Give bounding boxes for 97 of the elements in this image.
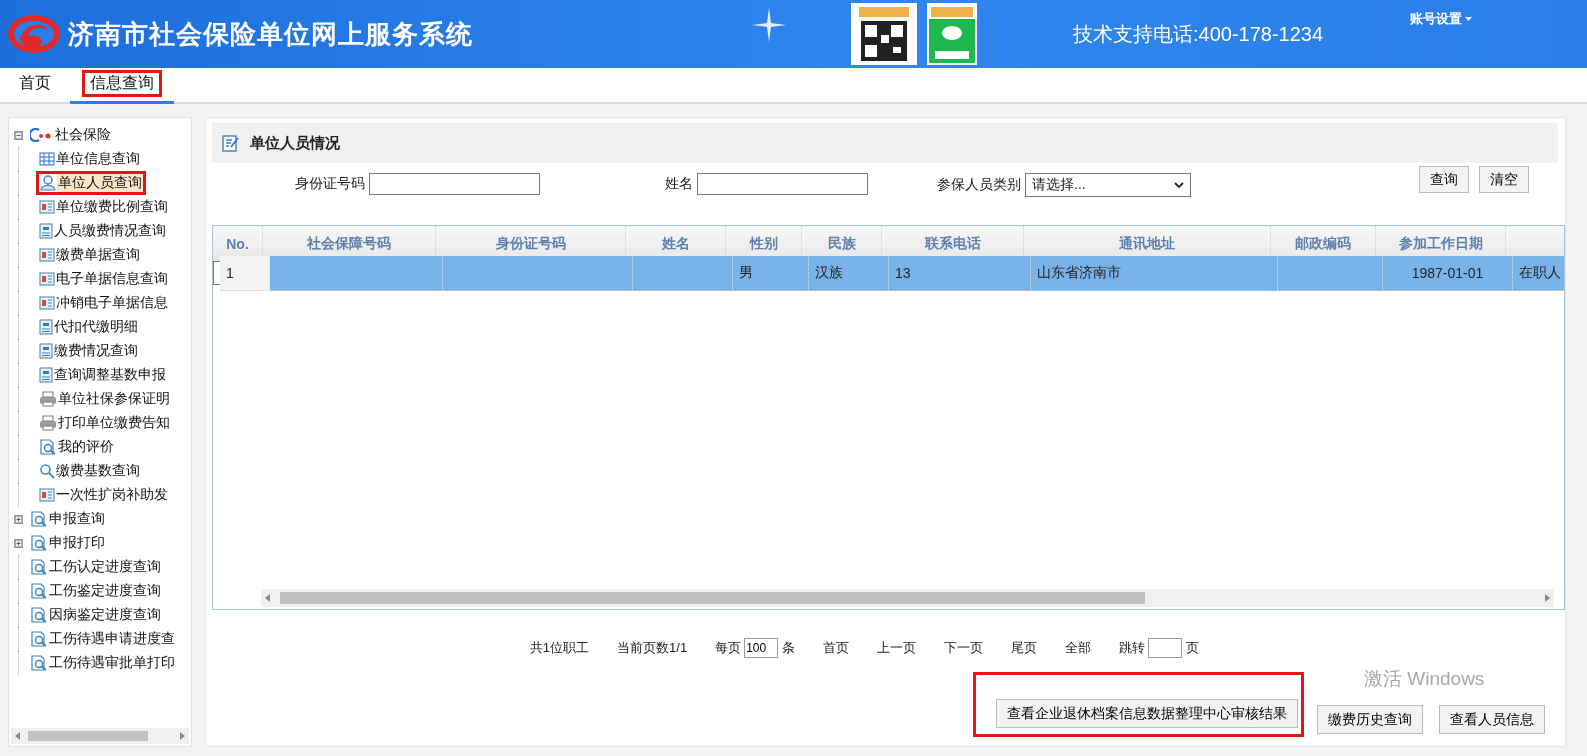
table-cell: 13 bbox=[889, 255, 1031, 291]
document-icon bbox=[39, 296, 55, 310]
table-cell: 山东省济南市 bbox=[1031, 255, 1278, 291]
table-cell: 1987-01-01 bbox=[1383, 255, 1513, 291]
action-button[interactable]: 缴费历史查询 bbox=[1317, 705, 1423, 734]
page-size-field[interactable]: 100 bbox=[744, 638, 779, 658]
search-icon bbox=[39, 463, 55, 479]
document-search-icon bbox=[30, 607, 48, 623]
tree-item[interactable]: 代扣代缴明细 bbox=[53, 318, 139, 336]
document-icon bbox=[39, 272, 55, 286]
edit-icon bbox=[222, 134, 240, 152]
tree-item[interactable]: 社会保险 bbox=[54, 126, 112, 144]
field-label: 每页 bbox=[715, 639, 742, 657]
tree-item[interactable]: 电子单据信息查询 bbox=[55, 270, 169, 288]
caret-icon bbox=[1465, 17, 1472, 21]
tree-item[interactable]: 单位缴费比例查询 bbox=[55, 198, 169, 216]
tree-item[interactable]: 查询调整基数申报 bbox=[53, 366, 167, 384]
page-indicator: 当前页数1/1 bbox=[617, 639, 688, 657]
tree-item[interactable]: 因病鉴定进度查询 bbox=[48, 606, 162, 624]
highlight-frame: 信息查询 bbox=[82, 70, 162, 97]
collapse-icon[interactable] bbox=[14, 130, 23, 140]
pager-link[interactable]: 上一页 bbox=[877, 639, 917, 657]
tree-item[interactable]: 单位人员查询 bbox=[57, 174, 143, 192]
action-button[interactable]: 查看人员信息 bbox=[1439, 705, 1545, 734]
form-icon bbox=[39, 319, 53, 335]
tree-item[interactable]: 一次性扩岗补助发 bbox=[55, 486, 169, 504]
tree-item[interactable]: 冲销电子单据信息 bbox=[55, 294, 169, 312]
logo-icon bbox=[6, 12, 62, 56]
horizontal-scrollbar[interactable] bbox=[11, 728, 189, 744]
document-search-icon bbox=[39, 439, 57, 455]
field-label: 姓名 bbox=[664, 175, 694, 193]
input-field[interactable] bbox=[369, 173, 540, 195]
document-search-icon bbox=[30, 631, 48, 647]
form-icon bbox=[39, 367, 53, 383]
input-field[interactable] bbox=[697, 173, 868, 195]
tree-item[interactable]: 工伤鉴定进度查询 bbox=[48, 582, 162, 600]
field-label: 跳转 bbox=[1119, 639, 1146, 657]
arrow-right-icon bbox=[1545, 594, 1550, 602]
document-search-icon bbox=[30, 559, 48, 575]
field-label: 页 bbox=[1186, 639, 1200, 657]
person-icon bbox=[39, 175, 57, 191]
activation-notice: 激活 Windows bbox=[1364, 667, 1485, 691]
expand-icon[interactable] bbox=[14, 514, 23, 524]
page-jump-field[interactable] bbox=[1148, 638, 1183, 658]
horizontal-scrollbar[interactable] bbox=[261, 589, 1554, 607]
pager-link[interactable]: 首页 bbox=[823, 639, 850, 657]
table-cell: 男 bbox=[733, 255, 809, 291]
pager-link[interactable]: 尾页 bbox=[1011, 639, 1038, 657]
action-button[interactable]: 清空 bbox=[1479, 166, 1529, 193]
table-cell: 在职人 bbox=[1513, 255, 1564, 291]
arrow-left-icon bbox=[15, 732, 20, 740]
site-title: 济南市社会保险单位网上服务系统 bbox=[68, 17, 473, 51]
field-label: 身份证号码 bbox=[294, 175, 366, 193]
tree-item[interactable]: 人员缴费情况查询 bbox=[53, 222, 167, 240]
tree-item[interactable]: 工伤待遇审批单打印 bbox=[48, 654, 176, 672]
document-search-icon bbox=[30, 583, 48, 599]
record-count: 共1位职工 bbox=[529, 639, 590, 657]
tree-item[interactable]: 缴费单据查询 bbox=[55, 246, 141, 264]
pager-link[interactable]: 下一页 bbox=[944, 639, 984, 657]
tree-item[interactable]: 申报打印 bbox=[48, 534, 106, 552]
nav-tab[interactable]: 信息查询 bbox=[70, 68, 174, 104]
tree-item[interactable]: 单位信息查询 bbox=[55, 150, 141, 168]
tree-item[interactable]: 我的评价 bbox=[57, 438, 115, 456]
action-button[interactable]: 查看企业退休档案信息数据整理中心审核结果 bbox=[996, 699, 1298, 728]
dropdown[interactable]: 请选择... bbox=[1025, 173, 1191, 197]
form-icon bbox=[39, 223, 53, 239]
panel-title: 单位人员情况 bbox=[250, 133, 340, 153]
document-search-icon bbox=[30, 655, 48, 671]
printer-icon bbox=[39, 415, 57, 431]
account-menu[interactable]: 账号设置 bbox=[1410, 10, 1472, 28]
tree-item[interactable]: 单位社保参保证明 bbox=[57, 390, 171, 408]
document-icon bbox=[39, 248, 55, 262]
chevron-down-icon bbox=[1174, 182, 1184, 188]
field-label: 参保人员类别 bbox=[936, 176, 1022, 194]
action-button[interactable]: 查询 bbox=[1419, 166, 1469, 193]
tree-item[interactable]: 打印单位缴费告知 bbox=[57, 414, 171, 432]
field-label: 条 bbox=[782, 639, 796, 657]
arrow-right-icon bbox=[180, 732, 185, 740]
support-phone: 技术支持电话:400-178-1234 bbox=[1073, 21, 1324, 47]
tree-item[interactable]: 缴费基数查询 bbox=[55, 462, 141, 480]
tree-item[interactable]: 缴费情况查询 bbox=[53, 342, 139, 360]
table-cell: 汉族 bbox=[809, 255, 889, 291]
table-icon bbox=[39, 152, 55, 166]
tree-item[interactable]: 工伤待遇申请进度查 bbox=[48, 630, 176, 648]
nav-tab[interactable]: 首页 bbox=[0, 68, 70, 104]
arrow-left-icon bbox=[265, 594, 270, 602]
form-icon bbox=[39, 343, 53, 359]
document-icon bbox=[39, 200, 55, 214]
document-search-icon bbox=[30, 535, 48, 551]
expand-icon[interactable] bbox=[14, 538, 23, 548]
document-icon bbox=[39, 488, 55, 502]
tree-item[interactable]: 工伤认定进度查询 bbox=[48, 558, 162, 576]
tree-item[interactable]: 申报查询 bbox=[48, 510, 106, 528]
pager-link[interactable]: 全部 bbox=[1065, 639, 1092, 657]
document-search-icon bbox=[30, 511, 48, 527]
table-cell: 1 bbox=[220, 255, 270, 291]
printer-icon bbox=[39, 391, 57, 407]
